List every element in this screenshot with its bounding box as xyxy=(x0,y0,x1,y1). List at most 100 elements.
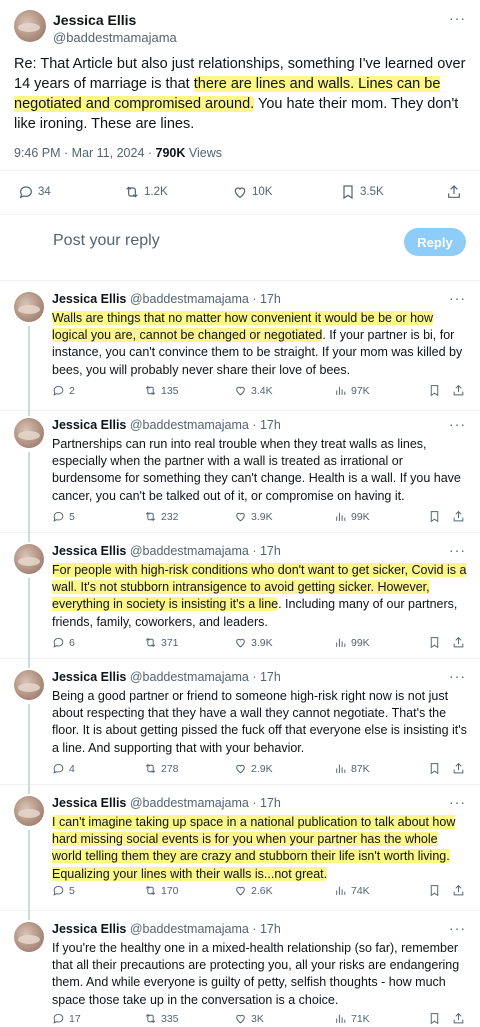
reply-post[interactable]: Jessica Ellis @baddestmamajama · 17h ··· W… xyxy=(0,288,480,414)
like-count: 2.9K xyxy=(251,762,273,775)
avatar[interactable] xyxy=(14,796,44,826)
reply-time[interactable]: · 17h xyxy=(252,544,281,558)
like-action[interactable]: 2.9K xyxy=(234,762,273,775)
share-action[interactable] xyxy=(452,384,465,397)
reply-action[interactable]: 34 xyxy=(18,184,51,200)
more-options-icon[interactable]: ··· xyxy=(449,668,466,684)
views-action[interactable]: 71K xyxy=(334,1012,370,1025)
bookmark-action[interactable] xyxy=(428,636,441,649)
author-handle[interactable]: @baddestmamajama xyxy=(130,670,249,684)
reply-input[interactable]: Post your reply xyxy=(53,232,160,250)
like-action[interactable]: 3K xyxy=(234,1012,264,1025)
avatar[interactable] xyxy=(14,670,44,700)
reply-action[interactable]: 2 xyxy=(52,384,75,397)
reply-time[interactable]: · 17h xyxy=(252,292,281,306)
avatar[interactable] xyxy=(14,292,44,322)
repost-action[interactable]: 371 xyxy=(144,636,179,649)
reply-time[interactable]: · 17h xyxy=(252,670,281,684)
share-action[interactable] xyxy=(452,636,465,649)
more-options-icon[interactable]: ··· xyxy=(449,290,466,306)
timestamp[interactable]: 9:46 PM · Mar 11, 2024 · xyxy=(14,146,156,160)
avatar[interactable] xyxy=(14,10,46,42)
bookmark-action[interactable] xyxy=(428,884,441,897)
share-action[interactable] xyxy=(452,884,465,897)
share-action[interactable] xyxy=(446,184,462,200)
reply-post[interactable]: Jessica Ellis @baddestmamajama · 17h ··· B… xyxy=(0,658,480,788)
views-icon xyxy=(336,886,346,895)
like-action[interactable]: 3.9K xyxy=(234,636,273,649)
bookmark-icon xyxy=(430,885,439,897)
heart-icon xyxy=(236,638,245,648)
author-handle[interactable]: @baddestmamajama xyxy=(53,30,177,45)
reply-count: 4 xyxy=(69,762,75,775)
repost-action[interactable]: 278 xyxy=(144,762,179,775)
author-name[interactable]: Jessica Ellis xyxy=(52,670,126,684)
reply-text-part: If you're the healthy one in a mixed-hea… xyxy=(52,941,460,1007)
reply-action[interactable]: 4 xyxy=(52,762,75,775)
author-name[interactable]: Jessica Ellis xyxy=(52,796,126,810)
reply-post[interactable]: Jessica Ellis @baddestmamajama · 17h ··· F… xyxy=(0,532,480,662)
author-name[interactable]: Jessica Ellis xyxy=(52,292,126,306)
views-icon xyxy=(336,764,346,773)
share-action[interactable] xyxy=(452,762,465,775)
repost-action[interactable]: 232 xyxy=(144,510,179,523)
author-handle[interactable]: @baddestmamajama xyxy=(130,796,249,810)
repost-icon xyxy=(145,764,156,773)
reply-time[interactable]: · 17h xyxy=(252,796,281,810)
avatar[interactable] xyxy=(14,544,44,574)
reply-action[interactable]: 5 xyxy=(52,510,75,523)
views-action[interactable]: 99K xyxy=(334,510,370,523)
views-action[interactable]: 99K xyxy=(334,636,370,649)
like-action[interactable]: 2.6K xyxy=(234,884,273,897)
heart-icon xyxy=(236,1014,245,1024)
repost-action[interactable]: 135 xyxy=(144,384,179,397)
repost-action[interactable]: 1.2K xyxy=(124,184,168,200)
bookmark-action[interactable]: 3.5K xyxy=(340,184,384,200)
more-options-icon[interactable]: ··· xyxy=(449,920,466,936)
views-count: 790K xyxy=(155,146,186,160)
more-options-icon[interactable]: ··· xyxy=(449,10,466,26)
share-action[interactable] xyxy=(452,1012,465,1025)
share-action[interactable] xyxy=(452,510,465,523)
bookmark-action[interactable] xyxy=(428,510,441,523)
views-count: 74K xyxy=(351,884,370,897)
author-name[interactable]: Jessica Ellis xyxy=(52,922,126,936)
bookmark-action[interactable] xyxy=(428,1012,441,1025)
like-action[interactable]: 3.9K xyxy=(234,510,273,523)
repost-action[interactable]: 170 xyxy=(144,884,179,897)
more-options-icon[interactable]: ··· xyxy=(449,542,466,558)
reply-post[interactable]: Jessica Ellis @baddestmamajama · 17h ··· P… xyxy=(0,406,480,536)
reply-post[interactable]: Jessica Ellis @baddestmamajama · 17h ··· I… xyxy=(0,784,480,914)
more-options-icon[interactable]: ··· xyxy=(449,794,466,810)
reply-action[interactable]: 6 xyxy=(52,636,75,649)
reply-action[interactable]: 5 xyxy=(52,884,75,897)
reply-post[interactable]: Jessica Ellis @baddestmamajama · 17h ··· I… xyxy=(0,910,480,1027)
repost-action[interactable]: 335 xyxy=(144,1012,179,1025)
divider xyxy=(0,784,480,785)
author-handle[interactable]: @baddestmamajama xyxy=(130,544,249,558)
author-handle[interactable]: @baddestmamajama xyxy=(130,418,249,432)
reply-time[interactable]: · 17h xyxy=(252,922,281,936)
views-action[interactable]: 74K xyxy=(334,884,370,897)
avatar[interactable] xyxy=(14,418,44,448)
author-handle[interactable]: @baddestmamajama xyxy=(130,922,249,936)
reply-time[interactable]: · 17h xyxy=(252,418,281,432)
reply-action[interactable]: 17 xyxy=(52,1012,81,1025)
repost-count: 278 xyxy=(161,762,179,775)
author-name[interactable]: Jessica Ellis xyxy=(52,544,126,558)
like-action[interactable]: 3.4K xyxy=(234,384,273,397)
avatar[interactable] xyxy=(14,922,44,952)
author-handle[interactable]: @baddestmamajama xyxy=(130,292,249,306)
bookmark-action[interactable] xyxy=(428,384,441,397)
more-options-icon[interactable]: ··· xyxy=(449,416,466,432)
reply-button[interactable]: Reply xyxy=(404,228,466,256)
bookmark-action[interactable] xyxy=(428,762,441,775)
reply-header: Jessica Ellis @baddestmamajama · 17h xyxy=(52,796,281,810)
heart-icon xyxy=(236,512,245,522)
views-action[interactable]: 97K xyxy=(334,384,370,397)
views-action[interactable]: 87K xyxy=(334,762,370,775)
author-name[interactable]: Jessica Ellis xyxy=(53,12,136,28)
author-name[interactable]: Jessica Ellis xyxy=(52,418,126,432)
repost-count: 335 xyxy=(161,1012,179,1025)
like-action[interactable]: 10K xyxy=(232,184,272,200)
